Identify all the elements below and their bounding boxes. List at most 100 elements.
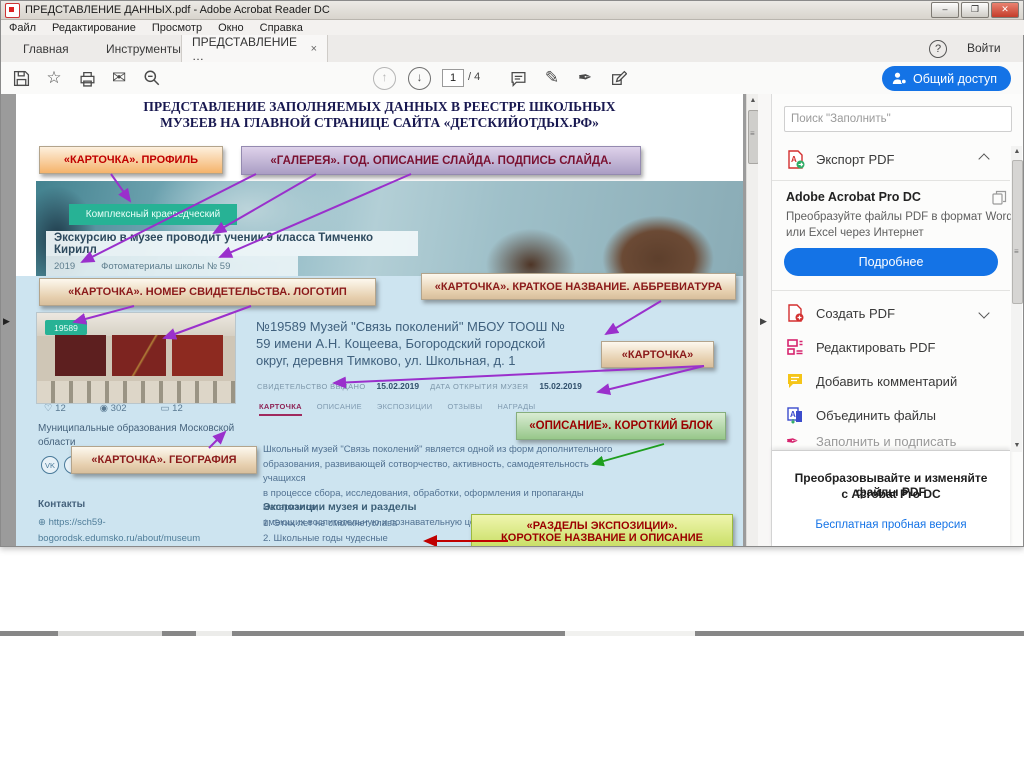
thumbnail-banner (171, 334, 224, 376)
menu-file[interactable]: Файл (9, 22, 36, 34)
sign-icon[interactable]: ✒ (573, 66, 597, 90)
sign-in-button[interactable]: Войти (967, 41, 1001, 55)
tab-document[interactable]: ПРЕДСТАВЛЕНИЕ … × (181, 35, 328, 63)
fill-sign-label: Заполнить и подписать (816, 433, 957, 449)
tool-fill-sign[interactable]: ✒ Заполнить и подписать (772, 432, 1010, 450)
collapse-icon[interactable] (978, 153, 990, 165)
comment-icon[interactable] (506, 66, 530, 90)
thumbnail-cases (37, 381, 235, 403)
tool-combine-files[interactable]: A Объединить файлы (772, 398, 1010, 432)
label-exposition-sections: «РАЗДЕЛЫ ЭКСПОЗИЦИИ». КОРОТКОЕ НАЗВАНИЕ … (471, 514, 733, 546)
pdf-page: ПРЕДСТАВЛЕНИЕ ЗАПОЛНЯЕМЫХ ДАННЫХ В РЕЕСТ… (16, 94, 743, 546)
photo-caption: Экскурсию в музее проводит ученик 9 клас… (46, 231, 418, 256)
open-date: 15.02.2019 (539, 381, 582, 391)
tool-add-comment[interactable]: Добавить комментарий (772, 364, 1010, 398)
menu-edit[interactable]: Редактирование (52, 22, 136, 34)
save-icon[interactable] (9, 66, 33, 90)
museum-thumbnail: 19589 (36, 312, 236, 404)
page-total: / 4 (468, 71, 481, 83)
zoom-icon[interactable] (140, 66, 164, 90)
minimize-button[interactable]: – (931, 2, 959, 18)
slide-title: ПРЕДСТАВЛЕНИЕ ЗАПОЛНЯЕМЫХ ДАННЫХ В РЕЕСТ… (143, 99, 616, 130)
pro-dc-desc-1: Преобразуйте файлы PDF в формат Word (786, 211, 1013, 223)
next-page-icon[interactable]: ↓ (408, 67, 431, 90)
maximize-button[interactable]: ❐ (961, 2, 989, 18)
tab-home[interactable]: Главная (13, 35, 79, 62)
expand-icon[interactable] (978, 307, 990, 319)
sidebar-scroll-down-icon[interactable]: ▼ (1011, 440, 1023, 452)
desktop: ПРЕДСТАВЛЕНИЕ ДАННЫХ.pdf - Adobe Acrobat… (0, 0, 1024, 767)
tools-panel-toggle-icon[interactable]: ▶ (760, 316, 767, 327)
photo-year: 2019 (54, 260, 76, 272)
title-bar[interactable]: ПРЕДСТАВЛЕНИЕ ДАННЫХ.pdf - Adobe Acrobat… (1, 1, 1023, 20)
acrobat-window: ПРЕДСТАВЛЕНИЕ ДАННЫХ.pdf - Adobe Acrobat… (0, 0, 1024, 547)
card-tab-card[interactable]: КАРТОЧКА (259, 402, 302, 416)
photo-credit: 2019 Фотоматериалы школы № 59 (46, 256, 298, 276)
label-certificate-number: «КАРТОЧКА». НОМЕР СВИДЕТЕЛЬСТВА. ЛОГОТИП (39, 278, 376, 306)
export-pdf-icon: A (786, 149, 816, 169)
highlight-icon[interactable]: ✎ (540, 66, 564, 90)
sidebar-scrollbar[interactable]: ▲ ▼ (1011, 146, 1023, 452)
globe-icon: ⊕ (38, 517, 49, 528)
page-number-input[interactable] (442, 69, 464, 87)
previous-page-icon[interactable]: ↑ (373, 67, 396, 90)
menu-help[interactable]: Справка (260, 22, 303, 34)
edit-pdf-label: Редактировать PDF (816, 339, 936, 355)
share-label: Общий доступ (913, 71, 997, 86)
promo-line2: с Acrobat Pro DC (841, 487, 941, 501)
acrobat-promo: Преобразовывайте и изменяйте файлы PDF с… (772, 450, 1010, 546)
registry-number-badge: 19589 (45, 320, 87, 335)
menu-view[interactable]: Просмотр (152, 22, 202, 34)
taskbar-segment (196, 631, 232, 636)
tool-edit-pdf[interactable]: Редактировать PDF (772, 330, 1010, 364)
share-button[interactable]: Общий доступ (882, 66, 1011, 91)
tab-close-icon[interactable]: × (311, 43, 317, 55)
sidebar-scroll-up-icon[interactable]: ▲ (1011, 146, 1023, 158)
contacts-label: Контакты (38, 499, 86, 510)
pro-dc-desc-2: или Excel через Интернет (786, 227, 924, 239)
card-tab-reviews[interactable]: ОТЗЫВЫ (447, 402, 482, 416)
comments-count: 12 (172, 403, 183, 414)
vk-icon[interactable]: VK (41, 456, 59, 474)
geography-text: Муниципальные образования Московской (38, 423, 235, 434)
export-pdf-label: Экспорт PDF (816, 151, 895, 167)
pdf-view[interactable]: ПРЕДСТАВЛЕНИЕ ЗАПОЛНЯЕМЫХ ДАННЫХ В РЕЕСТ… (1, 94, 746, 546)
email-icon[interactable]: ✉ (107, 66, 131, 90)
copy-pages-icon (992, 190, 1007, 205)
tool-export-pdf[interactable]: A Экспорт PDF (772, 142, 1010, 176)
free-trial-link[interactable]: Бесплатная пробная версия (772, 519, 1010, 531)
card-tab-description[interactable]: ОПИСАНИЕ (317, 402, 362, 416)
menu-window[interactable]: Окно (218, 22, 244, 34)
views-icon: ◉ (99, 403, 111, 414)
search-input[interactable] (784, 106, 1012, 132)
tab-tools[interactable]: Инструменты (96, 35, 191, 62)
tool-create-pdf[interactable]: Создать PDF (772, 296, 1010, 330)
toolbar: ☆ ✉ ↑ ↓ / 4 ✎ ✒ Общий доступ (1, 62, 1023, 95)
print-icon[interactable] (75, 66, 99, 90)
certificate-date: 15.02.2019 (376, 381, 420, 391)
star-icon[interactable]: ☆ (42, 66, 66, 90)
combine-files-icon: A (786, 406, 816, 424)
likes-icon: ♡ (44, 403, 56, 414)
stamp-icon[interactable] (606, 66, 630, 90)
museum-link-line1[interactable]: ⊕ https://sch59- (38, 517, 106, 528)
comments-icon: ▭ (160, 403, 173, 414)
likes-count: 12 (55, 403, 66, 414)
museum-link-line2[interactable]: bogorodsk.edumsko.ru/about/museum (38, 533, 200, 544)
label-short-name: «КАРТОЧКА». КРАТКОЕ НАЗВАНИЕ. АББРЕВИАТУ… (421, 273, 736, 300)
certificate-row: СВИДЕТЕЛЬСТВО ВЫДАНО 15.02.2019 ДАТА ОТК… (257, 381, 582, 391)
nav-pane-toggle-icon[interactable]: ▶ (3, 316, 10, 327)
taskbar-segment (565, 631, 695, 636)
document-scrollbar[interactable]: ▲ (746, 94, 759, 546)
sidebar-scrollbar-thumb[interactable] (1012, 160, 1023, 304)
label-card-profile: «КАРТОЧКА». ПРОФИЛЬ (39, 146, 223, 174)
card-tab-expositions[interactable]: ЭКСПОЗИЦИИ (377, 402, 433, 416)
label-card: «КАРТОЧКА» (601, 341, 714, 368)
content-area: ПРЕДСТАВЛЕНИЕ ЗАПОЛНЯЕМЫХ ДАННЫХ В РЕЕСТ… (1, 94, 1023, 546)
card-stats: ♡ 12 ◉ 302 ▭ 12 (44, 403, 183, 414)
museum-photo: Комплексный краеведческий Экскурсию в му… (36, 181, 743, 276)
help-icon[interactable]: ? (929, 40, 947, 58)
more-button[interactable]: Подробнее (784, 248, 998, 276)
close-button[interactable]: ✕ (991, 2, 1019, 18)
fill-sign-icon: ✒ (786, 433, 799, 450)
